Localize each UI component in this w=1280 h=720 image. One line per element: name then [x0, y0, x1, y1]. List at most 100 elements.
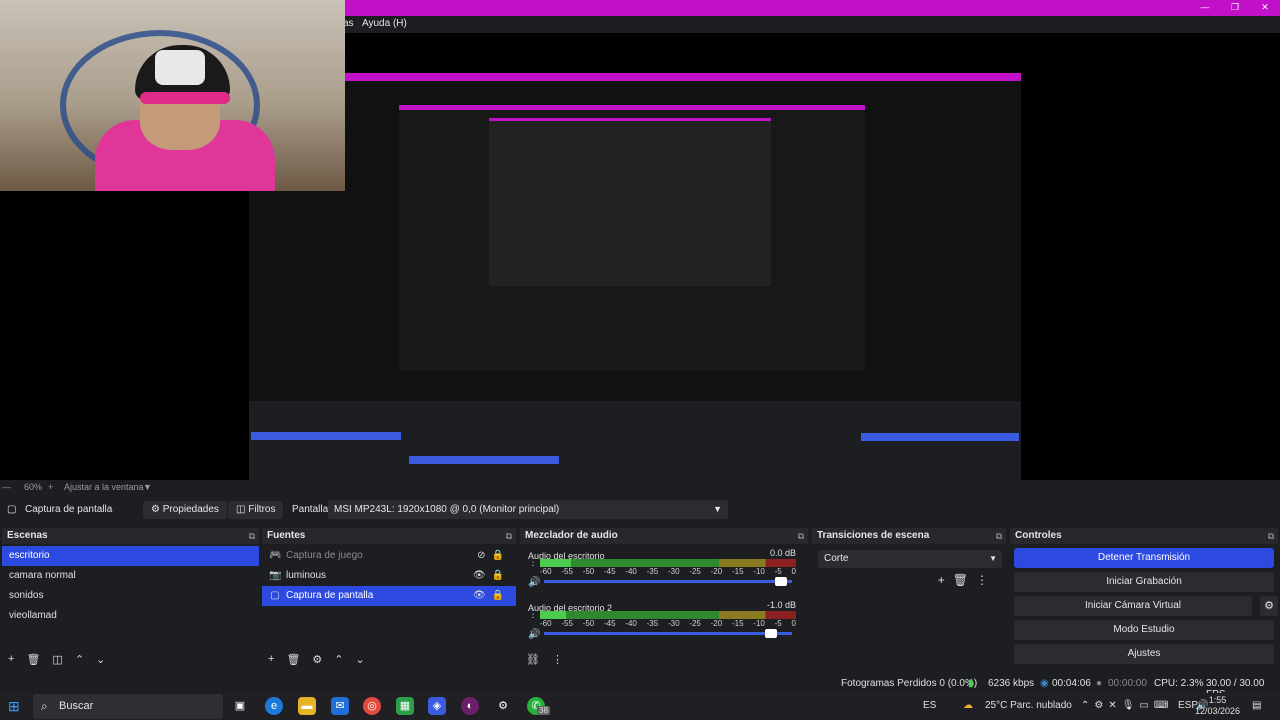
task-view-icon[interactable]: ▣	[231, 697, 249, 715]
menu-dots-icon[interactable]: ⋮	[552, 653, 563, 666]
virtual-cam-settings-button[interactable]: ⚙	[1260, 596, 1278, 616]
mail-icon[interactable]: ✉	[331, 697, 349, 715]
obs-icon[interactable]: ◐	[461, 697, 479, 715]
display-label: Pantalla	[292, 504, 329, 515]
move-up-icon[interactable]: ⌃	[334, 653, 343, 666]
scene-item[interactable]: camara normal	[2, 566, 259, 586]
scenes-dock: Escenas ⧉ escritorio camara normal sonido…	[2, 528, 259, 670]
channel-menu-icon[interactable]: ⋮	[528, 557, 538, 568]
scale-tick: -45	[603, 567, 616, 576]
scenes-list: escritorio camara normal sonidos vieolla…	[2, 546, 259, 648]
notifications-icon[interactable]: ▤	[1252, 700, 1261, 711]
search-placeholder: Buscar	[59, 700, 94, 712]
move-up-icon[interactable]: ⌃	[75, 653, 84, 666]
system-tray-icons[interactable]: ⌃⚙✕🎙▭⌨	[1081, 700, 1173, 711]
dock-float-icon[interactable]: ⧉	[249, 528, 255, 544]
taskbar-clock[interactable]: 1:55 12/03/2026	[1195, 695, 1240, 717]
studio-mode-button[interactable]: Modo Estudio	[1014, 620, 1274, 640]
link-icon[interactable]: ⛓	[526, 653, 540, 666]
slider-knob[interactable]	[765, 629, 778, 638]
transitions-title: Transiciones de escena	[817, 530, 930, 541]
maximize-button[interactable]: ❐	[1220, 0, 1250, 16]
scale-tick: -10	[753, 567, 765, 576]
properties-button[interactable]: ⚙ Propiedades	[143, 501, 227, 519]
filters-label: Filtros	[248, 504, 276, 515]
store-icon[interactable]: ▦	[396, 697, 414, 715]
trash-icon[interactable]: 🗑	[26, 653, 40, 666]
scale-tick: -55	[561, 619, 573, 628]
scale-tick: -5	[774, 619, 782, 628]
taskbar-search[interactable]: ⌕ Buscar	[33, 694, 223, 719]
volume-slider[interactable]	[544, 629, 792, 638]
app-icon[interactable]: ◈	[428, 697, 446, 715]
menu-item-help[interactable]: Ayuda (H)	[362, 18, 407, 29]
scenes-toolbar: + 🗑 ◫ ⌃ ⌄	[2, 648, 259, 670]
display-select-value: MSI MP243L: 1920x1080 @ 0,0 (Monitor pri…	[334, 504, 560, 515]
channel-menu-icon[interactable]: ⋮	[528, 609, 538, 620]
mixer-title: Mezclador de audio	[525, 530, 618, 541]
gear-icon[interactable]: ⚙	[312, 653, 322, 666]
filters-button[interactable]: ◫ Filtros	[228, 501, 284, 519]
source-label: Captura de pantalla	[286, 590, 374, 601]
clock-date: 12/03/2026	[1194, 706, 1240, 716]
slider-knob[interactable]	[775, 577, 788, 586]
mixer-channels: Audio del escritorio 0.0 dB ⋮ -60 -55 -50-…	[520, 546, 808, 648]
volume-slider[interactable]	[544, 577, 792, 586]
settings-button[interactable]: Ajustes	[1014, 644, 1274, 664]
mixer-dock: Mezclador de audio ⧉ Audio del escritorio…	[520, 528, 808, 670]
source-item[interactable]: 📷 luminous 👁🔒	[262, 566, 516, 586]
chrome-icon[interactable]: ◎	[363, 697, 381, 715]
scale-tick: -35	[646, 619, 659, 628]
stop-stream-button[interactable]: Detener Transmisión	[1014, 548, 1274, 568]
speaker-icon[interactable]: 🔊	[528, 629, 540, 640]
scene-item[interactable]: vieollamad	[2, 606, 259, 626]
scale-tick: -40	[625, 619, 637, 628]
add-icon[interactable]: +	[268, 653, 274, 665]
visible-lock-icons[interactable]: 👁🔒	[473, 566, 510, 586]
edge-icon[interactable]: e	[265, 697, 283, 715]
display-select[interactable]: MSI MP243L: 1920x1080 @ 0,0 (Monitor pri…	[328, 500, 728, 519]
dock-float-icon[interactable]: ⧉	[798, 528, 804, 544]
dock-float-icon[interactable]: ⧉	[996, 528, 1002, 544]
zoom-in-icon[interactable]: +	[48, 482, 53, 492]
scene-item[interactable]: escritorio	[2, 546, 259, 566]
game-capture-icon: 🎮	[269, 550, 282, 561]
zoom-fit-label[interactable]: Ajustar a la ventana	[64, 482, 144, 492]
visible-lock-icons[interactable]: 👁🔒	[473, 586, 510, 606]
scale-tick: -55	[561, 567, 573, 576]
speaker-icon[interactable]: 🔊	[528, 577, 540, 588]
language-indicator[interactable]: ES	[923, 700, 936, 711]
channel-db: -1.0 dB	[766, 600, 796, 610]
add-icon[interactable]: +	[8, 653, 14, 665]
transition-actions[interactable]: +🗑⋮	[938, 573, 996, 587]
windows-start-icon[interactable]: ⊞	[8, 698, 20, 715]
dock-float-icon[interactable]: ⧉	[1268, 528, 1274, 544]
file-explorer-icon[interactable]: ▬	[298, 697, 316, 715]
transition-select[interactable]: Corte ▼	[818, 550, 1002, 568]
trash-icon[interactable]: 🗑	[286, 653, 300, 666]
scene-item[interactable]: sonidos	[2, 586, 259, 606]
source-item[interactable]: ▢ Captura de pantalla 👁🔒	[262, 586, 516, 606]
start-recording-button[interactable]: Iniciar Grabación	[1014, 572, 1274, 592]
bitrate: 6236 kbps	[988, 678, 1035, 689]
start-virtual-cam-button[interactable]: Iniciar Cámara Virtual	[1014, 596, 1252, 616]
close-button[interactable]: ✕	[1250, 0, 1280, 16]
scale-tick: -10	[753, 619, 765, 628]
filter-icon[interactable]: ◫	[52, 653, 62, 666]
move-down-icon[interactable]: ⌄	[96, 653, 105, 666]
zoom-out-icon[interactable]: —	[2, 482, 11, 492]
transitions-body: Corte ▼ +🗑⋮	[812, 546, 1006, 648]
move-down-icon[interactable]: ⌄	[356, 653, 365, 666]
zoom-dropdown-icon[interactable]: ▼	[143, 482, 152, 492]
settings-app-icon[interactable]: ⚙	[494, 697, 512, 715]
hidden-lock-icons[interactable]: ⊘🔒	[477, 546, 510, 566]
dock-float-icon[interactable]: ⧉	[506, 528, 512, 544]
source-label: luminous	[286, 570, 327, 581]
source-item[interactable]: 🎮 Captura de juego ⊘🔒	[262, 546, 516, 566]
webcam-feed	[0, 0, 345, 191]
cpu-usage: CPU: 2.3%	[1154, 678, 1204, 689]
scale-tick: -60	[540, 567, 552, 576]
nested-preview-level-2	[399, 105, 865, 371]
minimize-button[interactable]: —	[1190, 0, 1220, 16]
weather-text[interactable]: 25°C Parc. nublado	[985, 700, 1072, 711]
